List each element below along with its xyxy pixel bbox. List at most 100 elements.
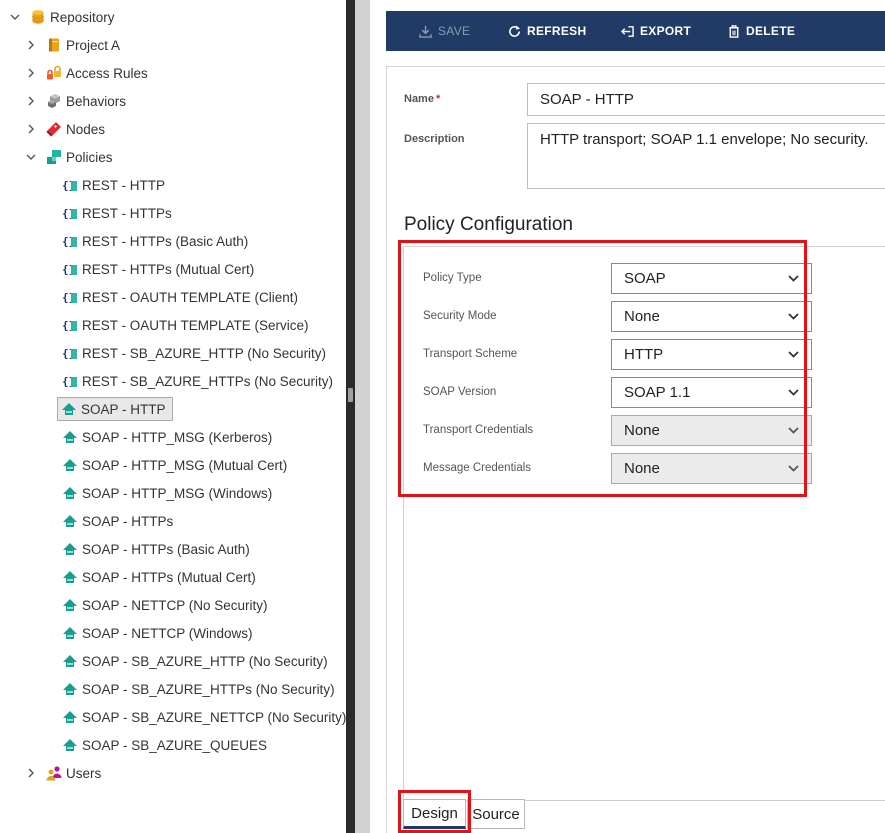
name-field[interactable]: SOAP - HTTP — [527, 83, 885, 116]
tree-folder-policies[interactable]: Policies — [46, 145, 113, 169]
refresh-button[interactable]: REFRESH — [508, 11, 586, 51]
tree-folder-access-rules[interactable]: Access Rules — [46, 61, 148, 85]
rest-policy-icon: {} — [62, 317, 78, 333]
tree-policy-label: SOAP - HTTP_MSG (Windows) — [82, 485, 273, 501]
transport-credentials-label: Transport Credentials — [423, 424, 534, 436]
policies-icon — [46, 149, 62, 165]
tree-policy-label: SOAP - HTTPs (Mutual Cert) — [82, 569, 256, 585]
tab-source[interactable]: Source — [467, 799, 525, 829]
tree-folder-nodes[interactable]: Nodes — [46, 117, 105, 141]
chevron-right-icon[interactable] — [25, 61, 37, 85]
pane-gutter — [355, 0, 370, 833]
message-credentials-value: None — [624, 460, 660, 477]
soap-policy-icon — [62, 709, 78, 725]
soap-policy-icon — [62, 541, 78, 557]
soap-policy-icon — [62, 737, 78, 753]
tree-policy-item[interactable]: {} REST - OAUTH TEMPLATE (Client) — [62, 285, 298, 309]
delete-label: DELETE — [746, 24, 796, 38]
transport-scheme-value: HTTP — [624, 346, 664, 363]
chevron-right-icon[interactable] — [25, 761, 37, 785]
tab-label: Source — [472, 805, 520, 823]
tree-policy-item[interactable]: SOAP - SB_AZURE_HTTP (No Security) — [62, 649, 328, 673]
tree-policy-item[interactable]: {} REST - HTTPs — [62, 201, 172, 225]
tree-policy-label: SOAP - HTTPs — [82, 513, 174, 529]
tree-policy-item[interactable]: {} REST - SB_AZURE_HTTPs (No Security) — [62, 369, 333, 393]
splitter-grip-icon[interactable] — [348, 388, 353, 402]
rest-policy-icon: {} — [62, 177, 78, 193]
tree-folder-label: Nodes — [66, 121, 106, 137]
tree-folder-behaviors[interactable]: Behaviors — [46, 89, 126, 113]
tree-root-repository[interactable]: Repository — [30, 5, 115, 29]
tree-policy-label: REST - HTTPs (Mutual Cert) — [82, 261, 255, 277]
soap-policy-icon — [62, 625, 78, 641]
tree-folder-users[interactable]: Users — [46, 761, 101, 785]
tree-policy-label: SOAP - SB_AZURE_NETTCP (No Security) — [82, 709, 347, 725]
policy-type-select[interactable]: SOAP — [611, 263, 812, 294]
tree-policy-label: SOAP - SB_AZURE_QUEUES — [82, 737, 268, 753]
delete-button[interactable]: DELETE — [728, 11, 795, 51]
message-credentials-select[interactable]: None — [611, 453, 812, 484]
cubes-icon — [46, 93, 62, 109]
export-button[interactable]: EXPORT — [621, 11, 691, 51]
message-credentials-label: Message Credentials — [423, 462, 532, 474]
database-icon — [30, 9, 46, 25]
tree-folder-label: Policies — [66, 149, 113, 165]
rest-policy-icon: {} — [62, 345, 78, 361]
chevron-down-icon[interactable] — [9, 5, 21, 29]
tree-policy-item[interactable]: SOAP - HTTP_MSG (Mutual Cert) — [62, 453, 287, 477]
pane-splitter[interactable] — [346, 0, 355, 833]
tree-policy-item-selected[interactable]: SOAP - HTTP — [57, 397, 173, 421]
rest-policy-icon: {} — [62, 373, 78, 389]
soap-version-value: SOAP 1.1 — [624, 384, 691, 401]
chevron-right-icon[interactable] — [25, 89, 37, 113]
chevron-down-icon[interactable] — [25, 145, 37, 169]
lock-icon — [46, 65, 62, 81]
transport-credentials-select[interactable]: None — [611, 415, 812, 446]
chevron-down-icon — [788, 275, 799, 282]
refresh-label: REFRESH — [527, 24, 587, 38]
tree-policy-item[interactable]: {} REST - HTTP — [62, 173, 165, 197]
repository-tree: Repository Project A Access Rules Behavi… — [0, 0, 346, 833]
chevron-down-icon — [788, 465, 799, 472]
security-mode-value: None — [624, 308, 660, 325]
soap-version-label: SOAP Version — [423, 386, 497, 398]
save-label: SAVE — [438, 24, 471, 38]
transport-scheme-select[interactable]: HTTP — [611, 339, 812, 370]
chevron-right-icon[interactable] — [25, 33, 37, 57]
tree-policy-item[interactable]: {} REST - OAUTH TEMPLATE (Service) — [62, 313, 309, 337]
transport-credentials-value: None — [624, 422, 660, 439]
tree-policy-label: SOAP - HTTP_MSG (Mutual Cert) — [82, 457, 288, 473]
tree-policy-item[interactable]: SOAP - NETTCP (No Security) — [62, 593, 268, 617]
export-icon — [621, 25, 634, 37]
tree-policy-label: SOAP - SB_AZURE_HTTPs (No Security) — [82, 681, 335, 697]
name-value: SOAP - HTTP — [540, 91, 634, 108]
soap-version-select[interactable]: SOAP 1.1 — [611, 377, 812, 408]
security-mode-select[interactable]: None — [611, 301, 812, 332]
tree-policy-item[interactable]: {} REST - SB_AZURE_HTTP (No Security) — [62, 341, 326, 365]
tree-policy-item[interactable]: SOAP - HTTPs — [62, 509, 173, 533]
tree-policy-label: REST - OAUTH TEMPLATE (Service) — [82, 317, 309, 333]
refresh-icon — [509, 24, 521, 37]
tree-policy-item[interactable]: {} REST - HTTPs (Basic Auth) — [62, 229, 248, 253]
description-field[interactable]: HTTP transport; SOAP 1.1 envelope; No se… — [527, 123, 885, 189]
policy-form: Name * SOAP - HTTP Description HTTP trans… — [386, 66, 885, 833]
chevron-right-icon[interactable] — [25, 117, 37, 141]
tab-design[interactable]: Design — [403, 799, 466, 829]
tree-policy-item[interactable]: SOAP - HTTP_MSG (Windows) — [62, 481, 272, 505]
tree-folder-project-a[interactable]: Project A — [46, 33, 120, 57]
tree-policy-item[interactable]: SOAP - SB_AZURE_NETTCP (No Security) — [62, 705, 346, 729]
tree-policy-item[interactable]: SOAP - HTTPs (Mutual Cert) — [62, 565, 256, 589]
rest-policy-icon: {} — [62, 261, 78, 277]
save-button[interactable]: SAVE — [419, 11, 470, 51]
tree-policy-item[interactable]: SOAP - SB_AZURE_HTTPs (No Security) — [62, 677, 335, 701]
tree-policy-item[interactable]: SOAP - SB_AZURE_QUEUES — [62, 733, 267, 757]
tree-policy-item[interactable]: SOAP - HTTP_MSG (Kerberos) — [62, 425, 272, 449]
tree-policy-item[interactable]: SOAP - HTTPs (Basic Auth) — [62, 537, 250, 561]
tree-policy-item[interactable]: SOAP - NETTCP (Windows) — [62, 621, 253, 645]
description-label: Description — [404, 133, 465, 145]
tree-policy-item[interactable]: {} REST - HTTPs (Mutual Cert) — [62, 257, 254, 281]
rest-policy-icon: {} — [62, 233, 78, 249]
tree-folder-label: Access Rules — [66, 65, 148, 81]
tree-policy-label: REST - SB_AZURE_HTTP (No Security) — [82, 345, 327, 361]
export-label: EXPORT — [640, 24, 692, 38]
